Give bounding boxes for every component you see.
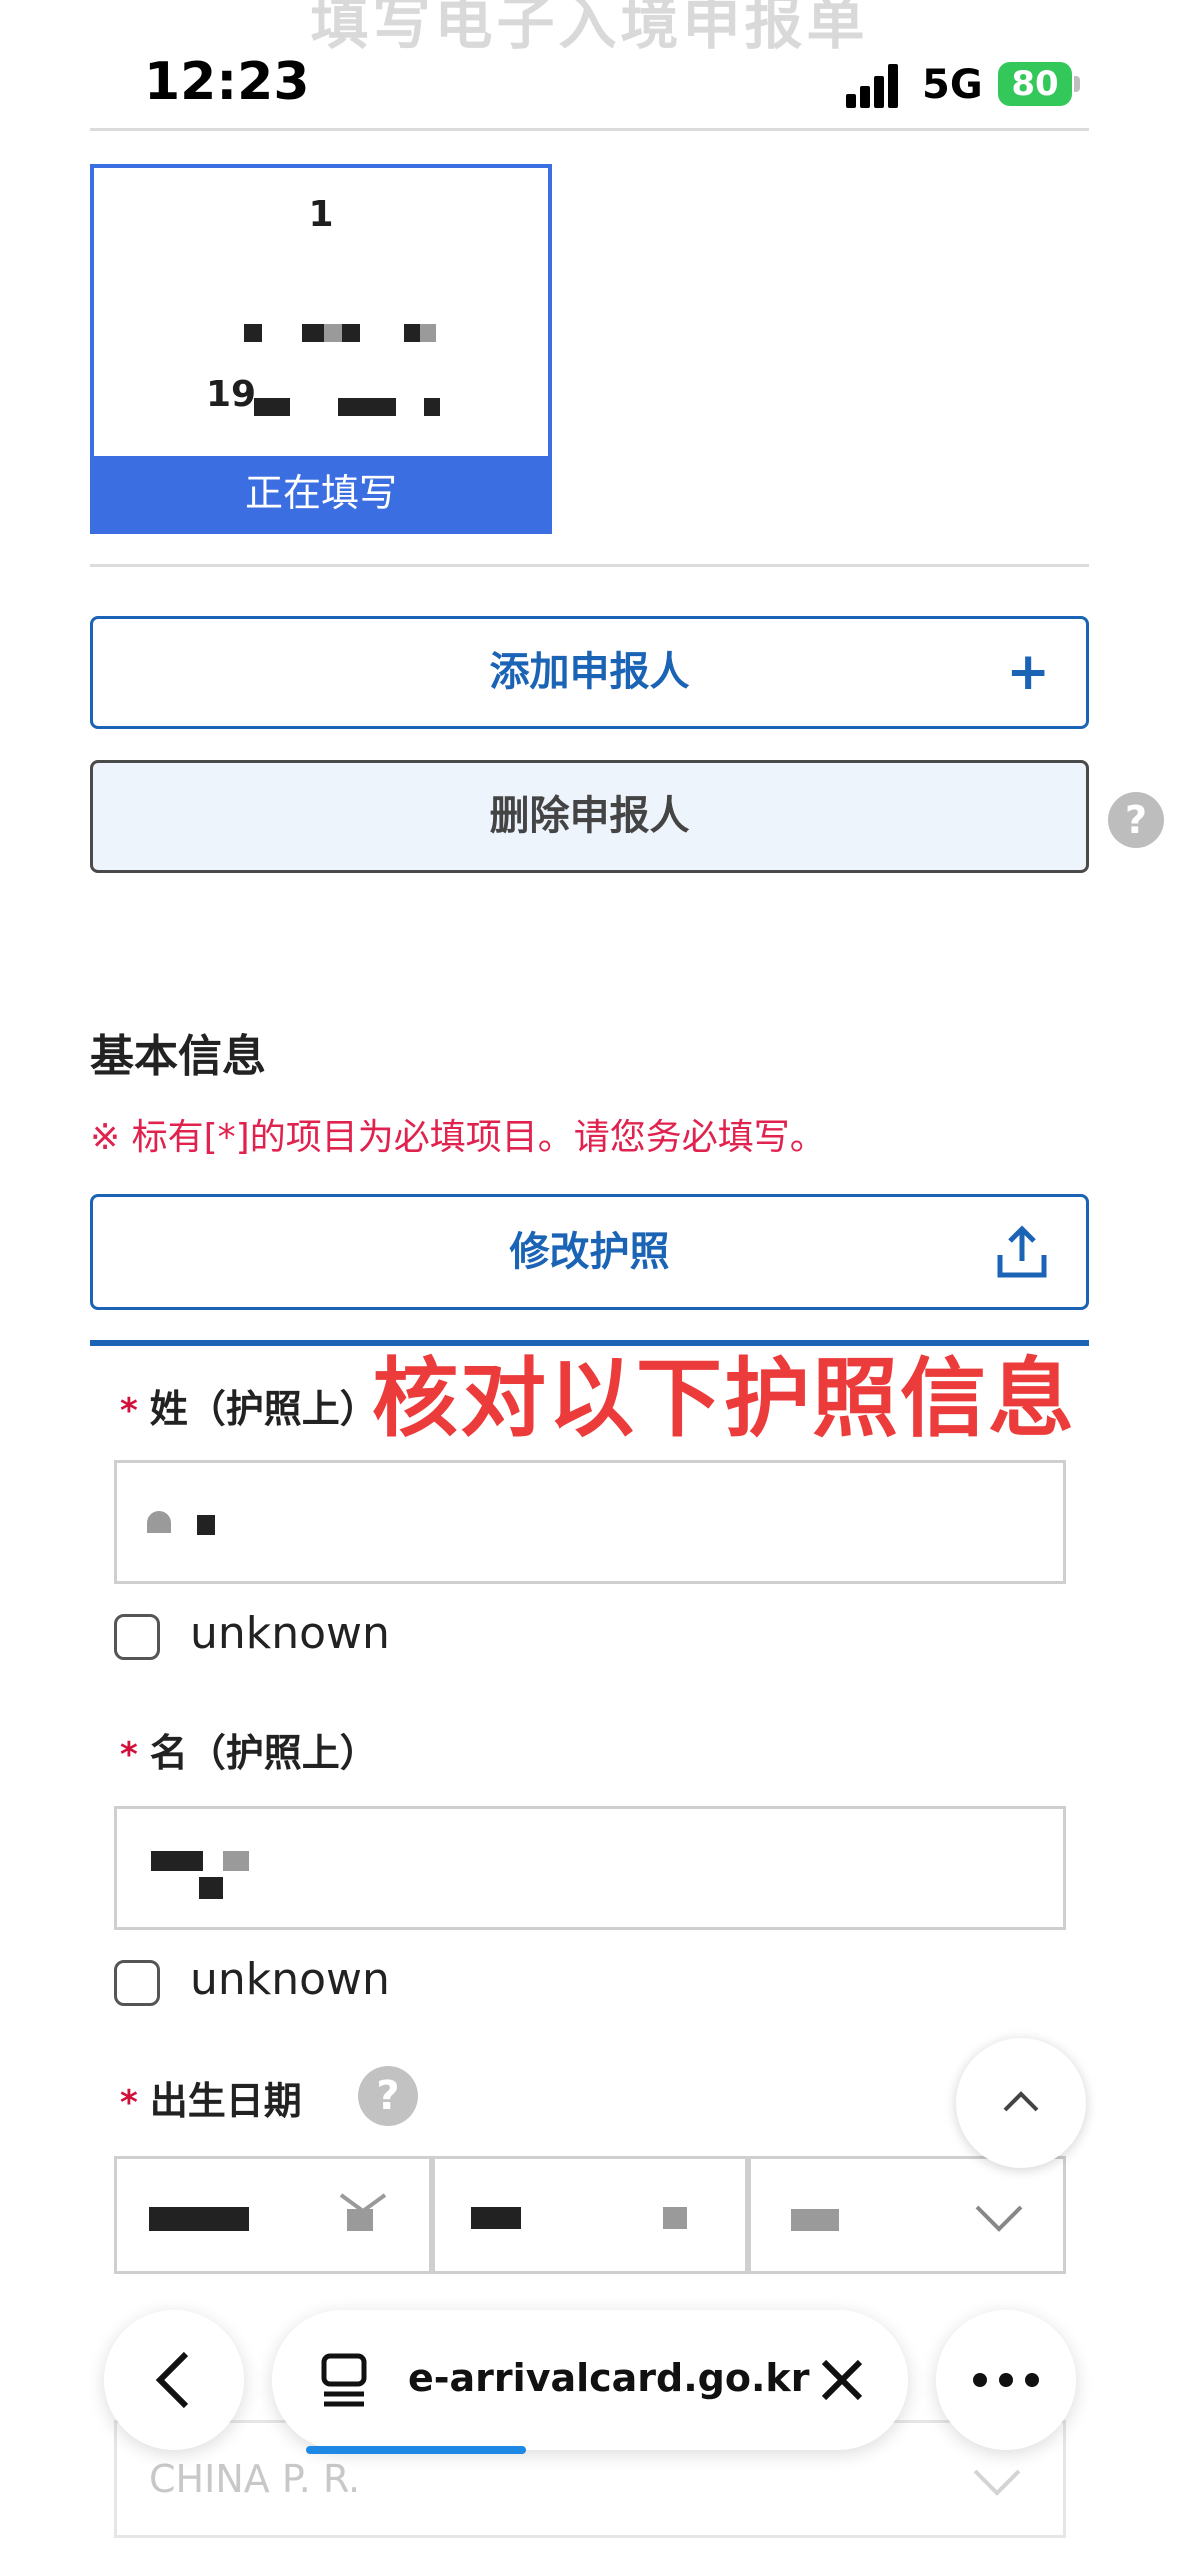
- add-applicant-label: 添加申报人: [489, 649, 690, 695]
- applicant-card[interactable]: 1 19 正在填写: [90, 164, 552, 534]
- modify-passport-button[interactable]: 修改护照: [90, 1194, 1089, 1310]
- page-load-progress: [306, 2446, 526, 2454]
- battery-icon: 80: [998, 62, 1072, 106]
- delete-applicant-label: 删除申报人: [489, 793, 690, 839]
- url-text: e-arrivalcard.go.kr: [408, 2356, 810, 2400]
- given-name-label: * 名（护照上）: [120, 1722, 378, 1777]
- signal-icon: [846, 64, 906, 108]
- surname-label-text: 姓（护照上）: [149, 1387, 378, 1431]
- surname-unknown-checkbox[interactable]: [114, 1614, 160, 1660]
- birth-date-label-text: 出生日期: [149, 2079, 302, 2123]
- chevron-up-icon: [1003, 2091, 1039, 2112]
- chevron-left-icon: [155, 2351, 189, 2409]
- required-mark: *: [120, 2083, 138, 2123]
- surname-input[interactable]: [114, 1460, 1066, 1584]
- applicant-number: 1: [308, 194, 334, 235]
- birth-year-select[interactable]: [114, 2156, 432, 2274]
- applicant-status: 正在填写: [94, 456, 548, 530]
- network-type: 5G: [922, 62, 983, 108]
- divider: [90, 564, 1089, 567]
- tabs-icon: [321, 2353, 367, 2407]
- chevron-down-icon: [973, 2469, 1021, 2496]
- add-applicant-button[interactable]: 添加申报人 +: [90, 616, 1089, 729]
- given-name-label-text: 名（护照上）: [149, 1731, 378, 1775]
- back-button[interactable]: [104, 2310, 244, 2450]
- scroll-to-top-button[interactable]: [956, 2038, 1086, 2168]
- required-mark: *: [120, 1735, 138, 1775]
- question-mark-icon[interactable]: ?: [1108, 792, 1164, 848]
- birth-month-select[interactable]: [432, 2156, 748, 2274]
- address-bar[interactable]: e-arrivalcard.go.kr: [272, 2310, 908, 2450]
- birth-date-label: * 出生日期: [120, 2070, 302, 2125]
- birth-day-select[interactable]: [748, 2156, 1066, 2274]
- more-dots-icon: [973, 2373, 1039, 2387]
- annotation-overlay: 核对以下护照信息: [372, 1349, 1076, 1449]
- applicant-dob: 19: [206, 374, 257, 415]
- delete-applicant-button[interactable]: 删除申报人: [90, 760, 1089, 873]
- close-icon[interactable]: [820, 2358, 864, 2402]
- given-name-unknown-label: unknown: [190, 1954, 390, 2005]
- battery-tip: [1074, 76, 1080, 92]
- plus-icon: +: [1006, 642, 1050, 702]
- chevron-down-icon: [975, 2205, 1023, 2232]
- chevron-down-icon: [339, 2193, 387, 2213]
- status-bar: 12:23 5G 80: [0, 0, 1179, 130]
- modify-passport-label: 修改护照: [509, 1229, 670, 1275]
- surname-unknown-label: unknown: [190, 1608, 390, 1659]
- nationality-value: CHINA P. R.: [149, 2457, 361, 2501]
- status-time: 12:23: [144, 52, 310, 112]
- more-button[interactable]: [936, 2310, 1076, 2450]
- given-name-unknown-checkbox[interactable]: [114, 1960, 160, 2006]
- given-name-input[interactable]: [114, 1806, 1066, 1930]
- question-mark-icon[interactable]: ?: [358, 2066, 418, 2126]
- divider: [90, 128, 1089, 131]
- section-title: 基本信息: [90, 1031, 266, 1082]
- required-notice: ※ 标有[*]的项目为必填项目。请您务必填写。: [90, 1117, 826, 1158]
- upload-icon: [997, 1225, 1047, 1278]
- surname-label: * 姓（护照上）: [120, 1378, 378, 1433]
- required-mark: *: [120, 1391, 138, 1431]
